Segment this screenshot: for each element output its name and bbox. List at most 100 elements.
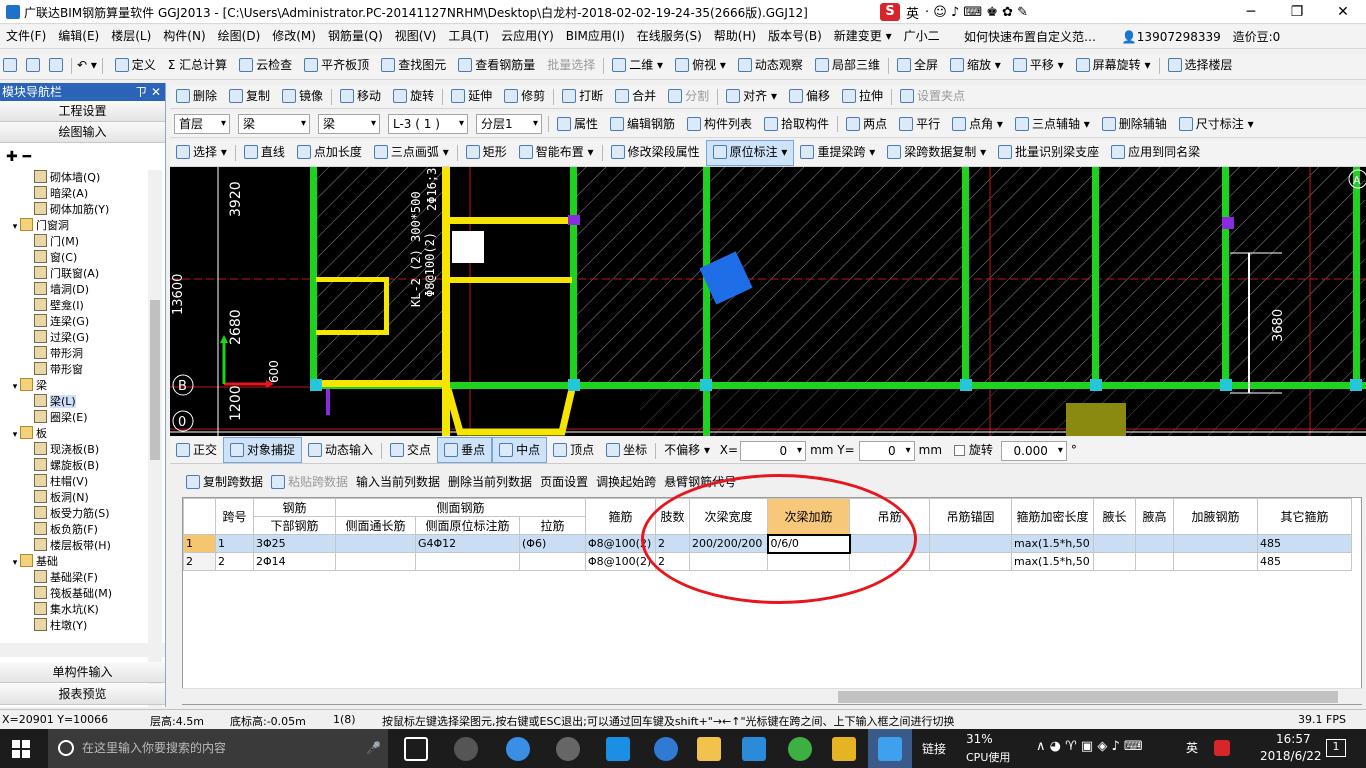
menu-floor[interactable]: 楼层(L) (105, 25, 157, 48)
nav-single-input[interactable]: 单构件输入 (0, 662, 165, 683)
tree-item[interactable]: 过梁(G) (0, 330, 148, 346)
delete-button[interactable]: 删除 (170, 85, 223, 108)
tree-item[interactable]: 现浇板(B) (0, 442, 148, 458)
in-situ-annotation-dropdown[interactable]: 原位标注 ▾ (705, 140, 795, 166)
move-button[interactable]: 移动 (334, 85, 387, 108)
green-app-icon[interactable] (788, 737, 812, 761)
undo-icon[interactable]: ↶ ▾ (74, 54, 100, 79)
close-button[interactable]: ✕ (1320, 0, 1366, 24)
tree-item[interactable]: 螺旋板(B) (0, 458, 148, 474)
minimize-button[interactable]: ─ (1228, 0, 1274, 24)
nav-pin-close[interactable]: ㄗ ✕ (135, 83, 165, 101)
delete-column-button[interactable]: 删除当前列数据 (444, 471, 536, 494)
line-button[interactable]: 直线 (238, 141, 291, 166)
view-rebar-qty-button[interactable]: 查看钢筋量 (452, 54, 541, 79)
vertex-snap[interactable]: 顶点 (547, 437, 600, 463)
break-button[interactable]: 打断 (556, 85, 609, 108)
edit-rebar-button[interactable]: 编辑钢筋 (604, 113, 681, 138)
active-task-highlight[interactable] (868, 729, 912, 768)
pan-dropdown[interactable]: 平移 ▾ (1007, 54, 1070, 79)
notification-icon[interactable]: 1 (1326, 739, 1346, 757)
tray-lang[interactable]: 英 (1186, 739, 1198, 756)
copy-button[interactable]: 复制 (223, 85, 276, 108)
point-length-button[interactable]: 点加长度 (291, 141, 368, 166)
component-list-button[interactable]: 构件列表 (681, 113, 758, 138)
dimension-dropdown[interactable]: 尺寸标注 ▾ (1173, 113, 1260, 138)
nav-report-preview[interactable]: 报表预览 (0, 684, 165, 705)
microphone-icon[interactable]: 🎤 (366, 729, 381, 768)
modify-segment-button[interactable]: 修改梁段属性 (605, 141, 706, 166)
local-3d-button[interactable]: 局部三维 (809, 54, 886, 79)
select-dropdown[interactable]: 选择 ▾ (170, 141, 233, 166)
smart-layout-dropdown[interactable]: 智能布置 ▾ (513, 141, 600, 166)
col-side-long[interactable]: 侧面通长筋 (335, 516, 416, 535)
x-input[interactable]: 0 (740, 440, 807, 461)
copy-span-data-button[interactable]: 复制跨数据 (182, 471, 267, 494)
collapse-arrow-icon[interactable]: ▾ (10, 379, 20, 395)
properties-button[interactable]: 属性 (551, 113, 604, 138)
y-input[interactable]: 0 (858, 440, 915, 461)
menu-file[interactable]: 文件(F) (0, 25, 52, 48)
offset-mode-dropdown[interactable]: 不偏移 ▾ (658, 437, 716, 463)
collapse-arrow-icon[interactable]: ▾ (10, 555, 20, 571)
cloud-check-button[interactable]: 云检查 (233, 54, 298, 79)
menu-component[interactable]: 构件(N) (157, 25, 211, 48)
screen-rotate-dropdown[interactable]: 屏幕旋转 ▾ (1070, 54, 1157, 79)
layer-select[interactable]: 分层1 (476, 114, 542, 134)
define-button[interactable]: 定义 (109, 54, 162, 79)
glodon-active-icon[interactable] (878, 737, 902, 761)
user-phone[interactable]: 13907298339 (1137, 30, 1221, 44)
col-rebar[interactable]: 钢筋 (253, 498, 336, 517)
menu-tools[interactable]: 工具(T) (442, 25, 495, 48)
offset-button[interactable]: 偏移 (783, 85, 836, 108)
merge-button[interactable]: 合并 (609, 85, 662, 108)
collapse-arrow-icon[interactable]: ▾ (10, 427, 20, 443)
paste-span-data-button[interactable]: 粘贴跨数据 (267, 471, 352, 494)
tree-group[interactable]: ▾ 梁 (0, 378, 148, 394)
beans-count[interactable]: 造价豆:0 (1233, 30, 1281, 44)
tree-item[interactable]: 门(M) (0, 234, 148, 250)
category-select[interactable]: 梁 (238, 114, 310, 134)
network-label[interactable]: 链接 (922, 740, 946, 757)
set-grip-button[interactable]: 设置夹点 (894, 85, 971, 108)
ime-lang[interactable]: 英 (906, 3, 919, 22)
input-column-button[interactable]: 输入当前列数据 (352, 471, 444, 494)
menu-new-change[interactable]: 新建变更 ▾ (828, 25, 898, 48)
ime-extra-icons[interactable]: · ☺ ♪ ⌨ ♚ ✿ ✎ (925, 5, 1028, 20)
tree-item[interactable]: 门联窗(A) (0, 266, 148, 282)
menu-version[interactable]: 版本号(B) (762, 25, 828, 48)
col-other-stirrup[interactable]: 其它箍筋 (1257, 498, 1352, 535)
two-point-button[interactable]: 两点 (840, 113, 893, 138)
tree-item[interactable]: 带形窗 (0, 362, 148, 378)
menu-bim[interactable]: BIM应用(I) (560, 25, 631, 48)
split-button[interactable]: 分割 (662, 85, 715, 108)
trim-button[interactable]: 修剪 (498, 85, 551, 108)
collapse-arrow-icon[interactable]: ▾ (10, 219, 20, 235)
swap-start-span-button[interactable]: 调换起始跨 (592, 471, 660, 494)
fan-app-icon[interactable] (454, 737, 478, 761)
menu-cloud[interactable]: 云应用(Y) (495, 25, 560, 48)
task-view-icon[interactable] (404, 737, 428, 761)
parallel-button[interactable]: 平行 (893, 113, 946, 138)
rotate-checkbox[interactable] (953, 445, 965, 456)
tree-group[interactable]: ▾ 门窗洞 (0, 218, 148, 234)
menu-draw[interactable]: 绘图(D) (212, 25, 267, 48)
col-haunch-rebar[interactable]: 加腋钢筋 (1173, 498, 1258, 535)
ie-icon[interactable] (654, 737, 678, 761)
ime-toolbar[interactable]: S 英 · ☺ ♪ ⌨ ♚ ✿ ✎ (880, 2, 1028, 22)
tray-icons[interactable]: ∧ ◕ ♈ ▣ ◈ ♪ ⌨ (1036, 739, 1143, 754)
span-data-copy-dropdown[interactable]: 梁跨数据复制 ▾ (881, 141, 992, 166)
tree-item[interactable]: 暗梁(A) (0, 186, 148, 202)
save-icon[interactable] (46, 54, 69, 79)
zoom-dropdown[interactable]: 缩放 ▾ (944, 54, 1007, 79)
menu-modify[interactable]: 修改(M) (266, 25, 322, 48)
floor-select[interactable]: 首层 (174, 114, 230, 134)
tree-group[interactable]: ▾ 板 (0, 426, 148, 442)
tree-item[interactable]: 集水坑(K) (0, 602, 148, 618)
fullscreen-button[interactable]: 全屏 (891, 54, 944, 79)
drawing-canvas[interactable]: 3920 13600 2680 1200 3680 600 B 0 A KL-2… (170, 167, 1366, 436)
apply-same-name-button[interactable]: 应用到同名梁 (1105, 141, 1206, 166)
nav-drawing-input[interactable]: 绘图输入 (0, 122, 165, 143)
component-select[interactable]: L-3 ( 1 ) (388, 114, 468, 134)
batch-support-button[interactable]: 批量识别梁支座 (992, 141, 1105, 166)
